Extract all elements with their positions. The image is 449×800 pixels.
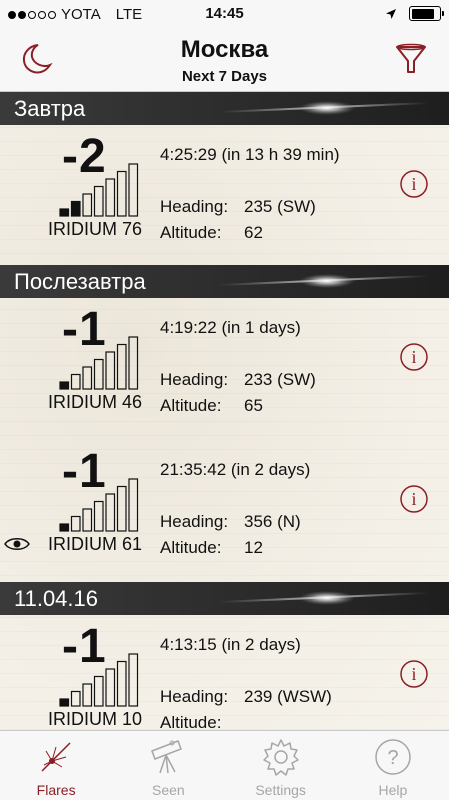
heading-label: Heading: <box>160 512 229 531</box>
brightness-bars-icon <box>59 163 139 217</box>
heading-row: Heading: 356 (N) <box>160 512 301 532</box>
heading-value: 239 (WSW) <box>244 687 332 706</box>
help-icon: ? <box>375 739 411 775</box>
flare-row[interactable]: -1 IRIDIUM 61 21:35:42 (in 2 days) Headi… <box>0 440 449 582</box>
svg-text:i: i <box>411 347 416 367</box>
tab-seen[interactable]: Seen <box>112 731 224 800</box>
satellite-name: IRIDIUM 61 <box>48 534 143 554</box>
altitude-row: Altitude: 62 <box>160 223 263 243</box>
info-icon[interactable]: i <box>399 659 429 689</box>
heading-label: Heading: <box>160 370 229 389</box>
satellite-name: IRIDIUM 76 <box>48 219 143 239</box>
nav-bar: Москва Next 7 Days <box>0 30 449 92</box>
flare-icon <box>41 742 71 772</box>
heading-value: 356 (N) <box>244 512 301 531</box>
flare-time: 4:19:22 (in 1 days) <box>160 318 301 337</box>
heading-label: Heading: <box>160 687 229 706</box>
info-icon[interactable]: i <box>399 484 429 514</box>
flare-list[interactable]: Завтра -2 IRIDIUM 76 4:25:29 (in 13 h 39… <box>0 92 449 730</box>
flare-row[interactable]: -1 IRIDIUM 10 4:13:15 (in 2 days) Headin… <box>0 615 449 730</box>
status-time: 14:45 <box>205 5 244 22</box>
svg-text:i: i <box>411 489 416 509</box>
flare-time: 21:35:42 (in 2 days) <box>160 460 311 479</box>
altitude-label: Altitude: <box>160 713 222 730</box>
satellite-name: IRIDIUM 46 <box>48 392 143 412</box>
altitude-value: 12 <box>244 538 263 557</box>
status-right <box>385 6 444 21</box>
heading-row: Heading: 233 (SW) <box>160 370 316 390</box>
altitude-row: Altitude: 65 <box>160 396 263 416</box>
brightness-bars-icon <box>59 336 139 390</box>
status-bar: YOTA LTE 14:45 <box>0 0 449 30</box>
gear-icon <box>262 739 299 776</box>
section-title: Послезавтра <box>14 269 146 294</box>
flare-row[interactable]: -1 IRIDIUM 46 4:19:22 (in 1 days) Headin… <box>0 298 449 440</box>
section-title: Завтра <box>14 96 86 121</box>
svg-text:i: i <box>411 174 416 194</box>
heading-row: Heading: 235 (SW) <box>160 197 316 217</box>
location-arrow-icon <box>386 8 396 19</box>
satellite-name: IRIDIUM 10 <box>48 709 143 729</box>
info-icon[interactable]: i <box>399 169 429 199</box>
battery-icon <box>409 6 444 21</box>
flare-streak-icon <box>219 591 429 605</box>
filter-icon[interactable] <box>393 41 429 77</box>
flare-streak-icon <box>219 274 429 288</box>
heading-value: 233 (SW) <box>244 370 316 389</box>
tab-flares[interactable]: Flares <box>0 731 112 800</box>
altitude-label: Altitude: <box>160 538 222 557</box>
svg-text:i: i <box>411 664 416 684</box>
altitude-label: Altitude: <box>160 223 222 242</box>
page-subtitle: Next 7 Days <box>181 68 268 85</box>
section-header: Послезавтра <box>0 265 449 298</box>
info-icon[interactable]: i <box>399 342 429 372</box>
svg-text:?: ? <box>387 747 398 769</box>
brightness-bars-icon <box>59 478 139 532</box>
flare-time: 4:13:15 (in 2 days) <box>160 635 301 654</box>
eye-icon <box>4 538 30 550</box>
altitude-label: Altitude: <box>160 396 222 415</box>
altitude-row: Altitude: <box>160 713 244 730</box>
tab-label: Flares <box>36 782 76 798</box>
page-title: Москва <box>180 36 269 63</box>
heading-label: Heading: <box>160 197 229 216</box>
tab-bar: Flares Seen Settings ? Help <box>0 730 449 800</box>
flare-time: 4:25:29 (in 13 h 39 min) <box>160 145 340 164</box>
section-title: 11.04.16 <box>14 586 99 611</box>
tab-label: Settings <box>255 782 306 798</box>
section-header: Завтра <box>0 92 449 125</box>
tab-settings[interactable]: Settings <box>225 731 337 800</box>
heading-value: 235 (SW) <box>244 197 316 216</box>
tab-label: Help <box>378 782 408 798</box>
altitude-row: Altitude: 12 <box>160 538 263 558</box>
flare-row[interactable]: -2 IRIDIUM 76 4:25:29 (in 13 h 39 min) H… <box>0 125 449 265</box>
flare-streak-icon <box>219 101 429 115</box>
brightness-bars-icon <box>59 653 139 707</box>
section-header: 11.04.16 <box>0 582 449 615</box>
tab-label: Seen <box>152 782 185 798</box>
heading-row: Heading: 239 (WSW) <box>160 687 332 707</box>
altitude-value: 62 <box>244 223 263 242</box>
telescope-icon <box>151 740 183 774</box>
altitude-value: 65 <box>244 396 263 415</box>
tab-help[interactable]: ? Help <box>337 731 449 800</box>
